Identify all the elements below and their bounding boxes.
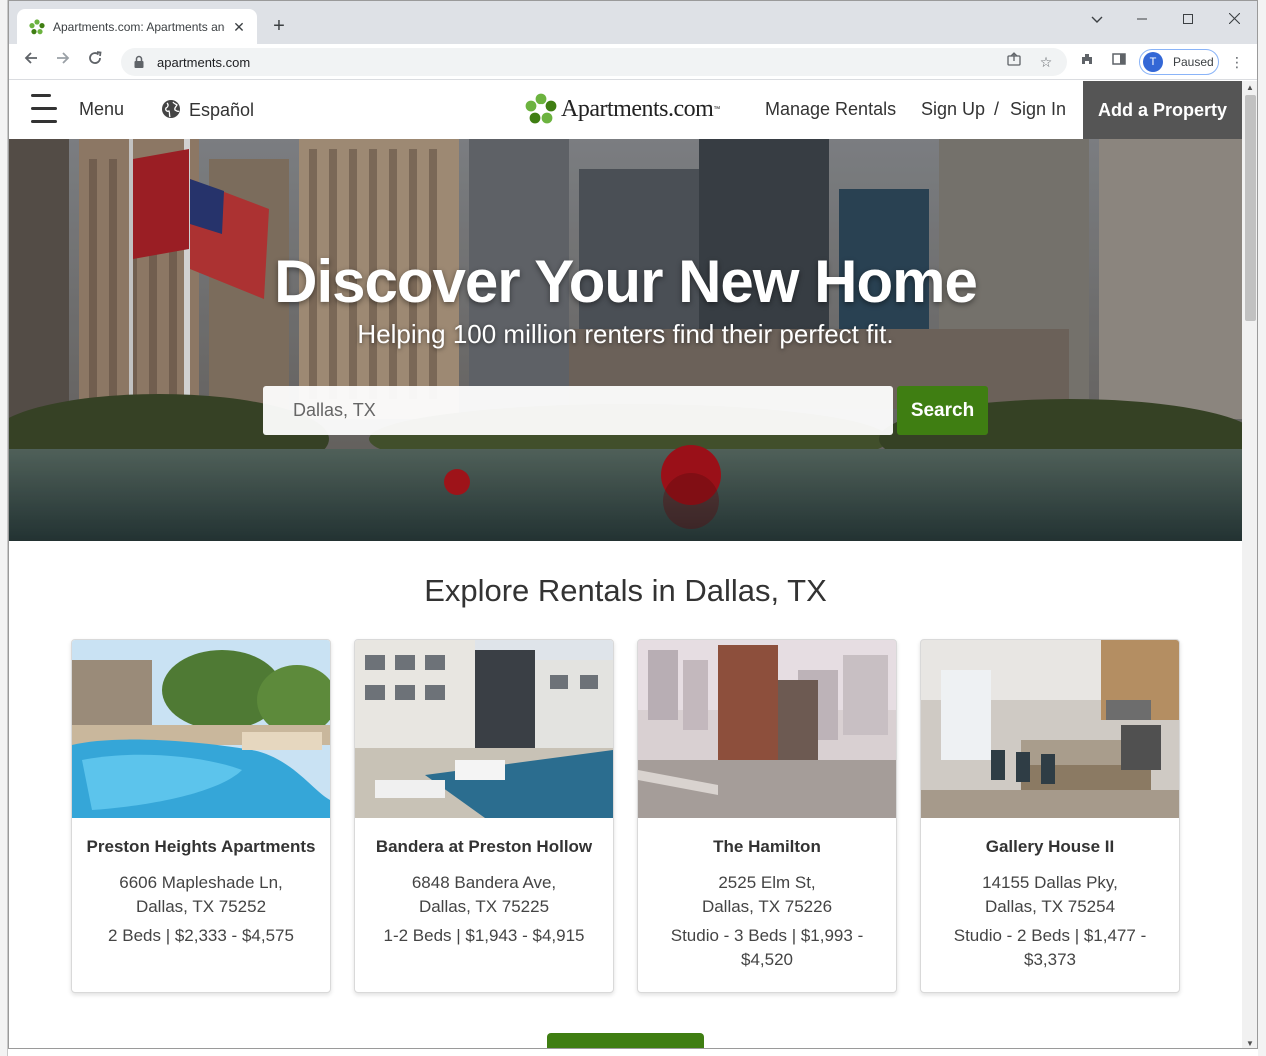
- star-icon[interactable]: ☆: [1035, 51, 1057, 73]
- listing-city: Dallas, TX 75225: [418, 897, 550, 916]
- avatar: T: [1143, 52, 1163, 72]
- back-icon[interactable]: [19, 50, 43, 74]
- site-header: Menu Español Apartments.com ™ Manage Rent…: [9, 81, 1242, 139]
- scrollbar-thumb[interactable]: [1245, 95, 1256, 321]
- page-scrollbar[interactable]: ▲ ▼: [1242, 81, 1257, 1048]
- new-tab-icon[interactable]: +: [267, 14, 291, 38]
- apartments-favicon-icon: [29, 18, 45, 34]
- listing-photo[interactable]: [638, 640, 896, 818]
- share-icon[interactable]: [1003, 51, 1025, 73]
- listing-street: 6848 Bandera Ave,: [411, 873, 557, 892]
- globe-icon[interactable]: [161, 99, 181, 119]
- forward-icon[interactable]: [51, 50, 75, 74]
- listing-name[interactable]: The Hamilton: [638, 837, 896, 857]
- listing-address: 6848 Bandera Ave, Dallas, TX 75225: [355, 871, 613, 919]
- profile-button[interactable]: T Paused: [1139, 49, 1219, 75]
- listing-name[interactable]: Gallery House II: [921, 837, 1179, 857]
- listing-card[interactable]: Bandera at Preston Hollow 6848 Bandera A…: [354, 639, 614, 993]
- listing-street: 2525 Elm St,: [718, 873, 816, 892]
- manage-rentals-link[interactable]: Manage Rentals: [765, 99, 896, 120]
- browser-toolbar: apartments.com ☆ T Paused ⋮: [9, 44, 1257, 80]
- browser-window: Apartments.com: Apartments and Houses fo…: [8, 0, 1258, 1049]
- url-text[interactable]: apartments.com: [157, 55, 1003, 70]
- page-viewport: Menu Español Apartments.com ™ Manage Rent…: [9, 81, 1257, 1048]
- listing-city: Dallas, TX 75226: [701, 897, 833, 916]
- listing-photo[interactable]: [72, 640, 330, 818]
- address-bar[interactable]: apartments.com ☆: [121, 48, 1067, 76]
- listing-address: 2525 Elm St, Dallas, TX 75226: [638, 871, 896, 919]
- listing-card[interactable]: Gallery House II 14155 Dallas Pky, Dalla…: [920, 639, 1180, 993]
- sidebar-icon[interactable]: [1108, 51, 1130, 73]
- logo-trademark: ™: [713, 105, 721, 113]
- listing-name[interactable]: Bandera at Preston Hollow: [355, 837, 613, 857]
- listing-price: Studio - 2 Beds | $1,477 - $3,373: [953, 926, 1147, 969]
- sign-up-link[interactable]: Sign Up: [921, 99, 985, 120]
- listing-address: 14155 Dallas Pky, Dallas, TX 75254: [921, 871, 1179, 919]
- hero-title: Discover Your New Home: [274, 248, 978, 315]
- search-button[interactable]: Search: [897, 386, 988, 435]
- apartments-logo[interactable]: Apartments.com ™: [525, 92, 720, 126]
- view-more-button[interactable]: [547, 1033, 704, 1048]
- minimize-icon[interactable]: [1119, 5, 1165, 33]
- listing-photo[interactable]: [355, 640, 613, 818]
- listing-photo[interactable]: [921, 640, 1179, 818]
- reload-icon[interactable]: [83, 50, 107, 74]
- extensions-icon[interactable]: [1076, 51, 1098, 73]
- hero-subtitle: Helping 100 million renters find their p…: [357, 319, 894, 349]
- hamburger-menu-icon[interactable]: [31, 92, 57, 126]
- tab-search-chevron-icon[interactable]: [1074, 5, 1120, 33]
- lock-icon[interactable]: [131, 54, 147, 70]
- logo-flower-icon: [525, 93, 557, 124]
- location-search-input[interactable]: Dallas, TX: [263, 386, 893, 435]
- listing-name[interactable]: Preston Heights Apartments: [72, 837, 330, 857]
- tab-strip: Apartments.com: Apartments and Houses fo…: [9, 1, 1257, 44]
- listing-card[interactable]: Preston Heights Apartments 6606 Maplesha…: [71, 639, 331, 993]
- listing-street: 14155 Dallas Pky,: [982, 873, 1118, 892]
- profile-status: Paused: [1173, 55, 1214, 69]
- more-icon[interactable]: ⋮: [1226, 51, 1248, 73]
- close-tab-icon[interactable]: ✕: [231, 19, 247, 35]
- browser-tab[interactable]: Apartments.com: Apartments and Houses fo…: [17, 9, 257, 44]
- desktop-background-right: [1258, 0, 1266, 1056]
- menu-label[interactable]: Menu: [79, 99, 124, 120]
- explore-title: Explore Rentals in Dallas, TX: [424, 573, 827, 608]
- add-a-property-button[interactable]: Add a Property: [1083, 81, 1242, 139]
- language-link[interactable]: Español: [189, 100, 254, 121]
- listing-city: Dallas, TX 75252: [135, 897, 267, 916]
- maximize-icon[interactable]: [1165, 5, 1211, 33]
- listing-price: 2 Beds | $2,333 - $4,575: [108, 926, 294, 945]
- listing-address: 6606 Mapleshade Ln, Dallas, TX 75252: [72, 871, 330, 919]
- listing-price: 1-2 Beds | $1,943 - $4,915: [383, 926, 585, 945]
- close-window-icon[interactable]: [1211, 5, 1257, 33]
- listing-price: Studio - 3 Beds | $1,993 - $4,520: [670, 926, 864, 969]
- listing-city: Dallas, TX 75254: [984, 897, 1116, 916]
- logo-text: Apartments.com: [561, 95, 714, 122]
- hero-banner: Discover Your New Home Helping 100 milli…: [9, 139, 1242, 541]
- tab-title: Apartments.com: Apartments and Houses fo…: [53, 19, 225, 34]
- scroll-up-icon[interactable]: ▲: [1246, 83, 1254, 92]
- listing-card[interactable]: The Hamilton 2525 Elm St, Dallas, TX 752…: [637, 639, 897, 993]
- scroll-down-icon[interactable]: ▼: [1246, 1039, 1254, 1048]
- listing-street: 6606 Mapleshade Ln,: [119, 873, 283, 892]
- desktop-background-left: [0, 0, 8, 1056]
- auth-divider: /: [994, 99, 1000, 119]
- sign-in-link[interactable]: Sign In: [1010, 99, 1066, 120]
